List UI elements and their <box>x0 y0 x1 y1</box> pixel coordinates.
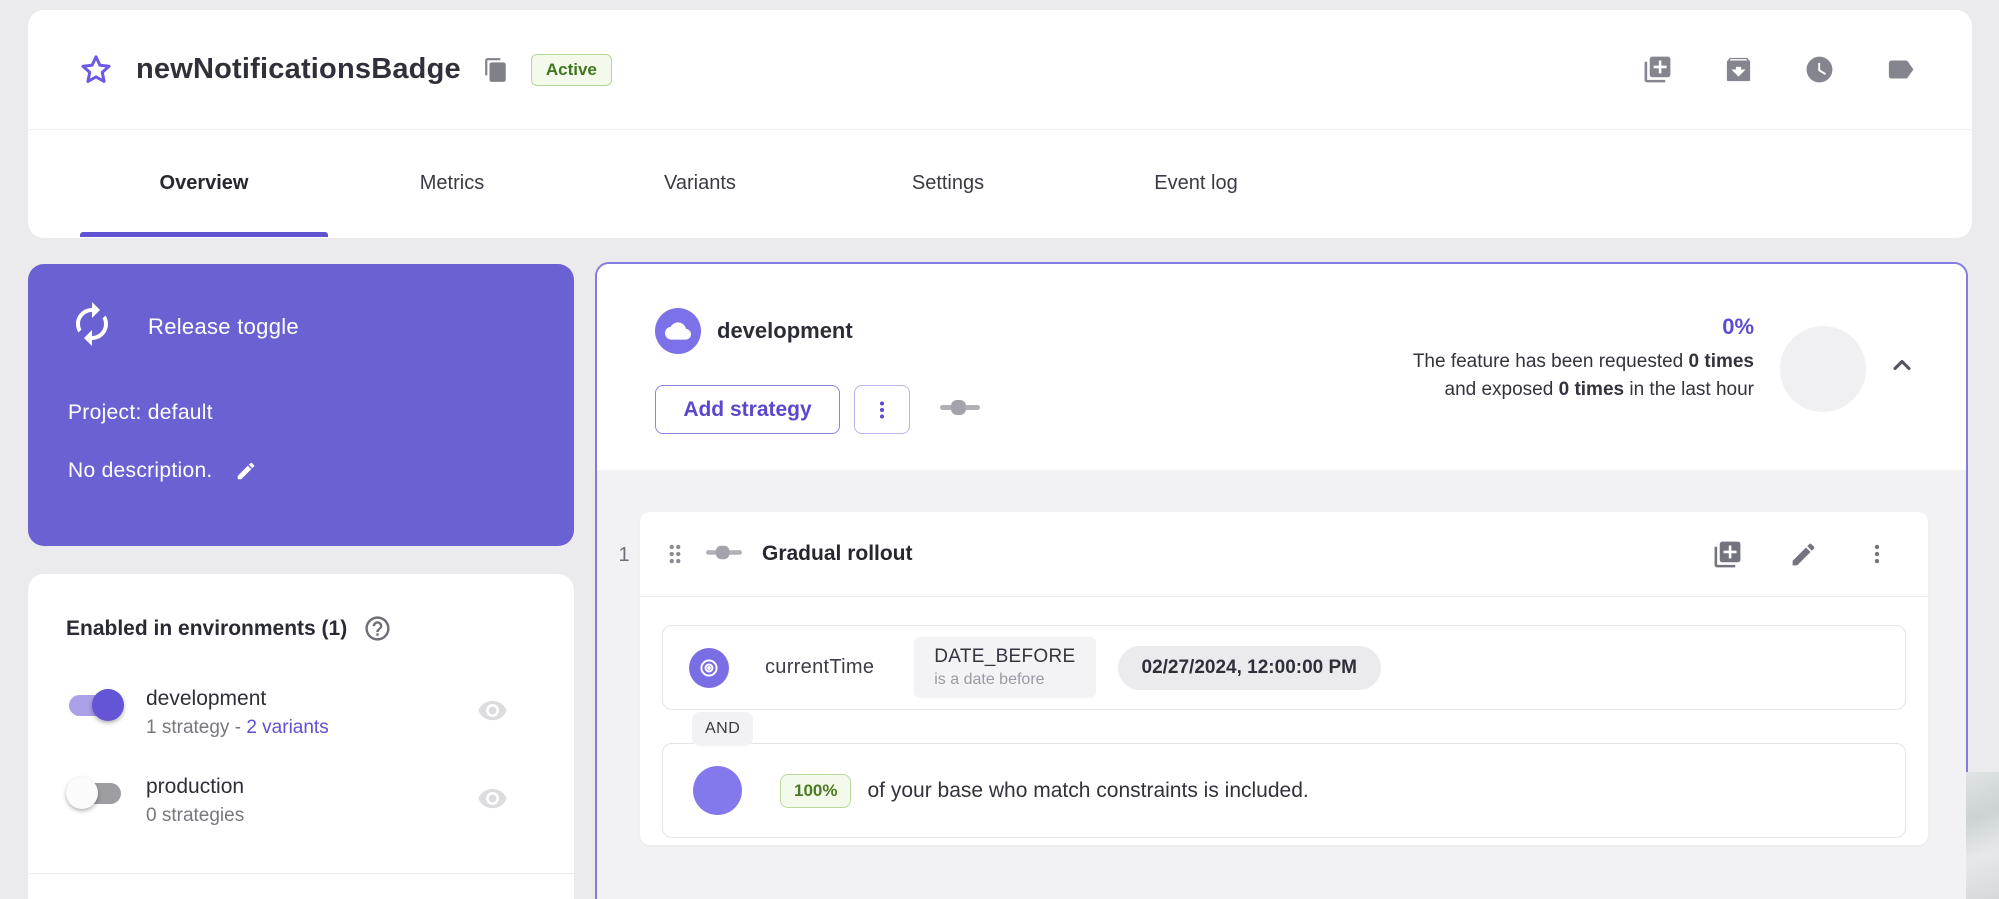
development-toggle[interactable] <box>66 687 124 723</box>
active-tab-indicator <box>80 232 328 237</box>
tab-overview[interactable]: Overview <box>80 172 328 195</box>
rollout-pie-icon <box>693 766 742 815</box>
help-icon[interactable] <box>363 614 392 643</box>
header-actions <box>1642 54 1916 85</box>
environment-more-menu-button[interactable] <box>854 385 910 434</box>
production-toggle[interactable] <box>66 775 124 811</box>
variants-link[interactable]: 2 variants <box>246 717 328 738</box>
stats-text: and exposed <box>1445 379 1559 400</box>
tab-event-log[interactable]: Event log <box>1072 172 1320 195</box>
environment-title: development <box>717 318 853 344</box>
release-toggle-cycle-icon <box>68 300 116 353</box>
collapse-chevron-icon[interactable] <box>1882 346 1922 386</box>
toggle-thumb <box>92 689 124 721</box>
copy-add-icon[interactable] <box>1642 54 1673 85</box>
segment-icon <box>704 543 744 566</box>
copy-name-icon[interactable] <box>483 57 509 83</box>
strategy-index: 1 <box>613 544 635 567</box>
strategy-card-gradual-rollout: Gradual rollout <box>640 512 1928 845</box>
edit-description-icon[interactable] <box>235 460 257 482</box>
operator-description: is a date before <box>934 671 1075 689</box>
page-title: newNotificationsBadge <box>136 53 461 86</box>
enabled-environments-title: Enabled in environments (1) <box>66 617 347 641</box>
toggle-type-label: Release toggle <box>148 314 299 340</box>
edit-strategy-icon[interactable] <box>1789 540 1818 569</box>
toggle-type-header: Release toggle <box>68 300 534 353</box>
tab-metrics[interactable]: Metrics <box>328 172 576 195</box>
enabled-environments-card: Enabled in environments (1) development … <box>28 574 574 899</box>
stats-requested-count: 0 times <box>1689 351 1754 372</box>
toggle-thumb <box>66 777 98 809</box>
environment-strategies-card: development Add strategy 0% <box>595 262 1968 899</box>
visibility-eye-icon[interactable] <box>477 695 508 726</box>
favorite-star-icon[interactable] <box>78 52 114 88</box>
stats-text: in the last hour <box>1624 379 1754 400</box>
environment-row-production: production 0 strategies <box>66 775 536 827</box>
visibility-eye-icon[interactable] <box>477 783 508 814</box>
project-label: Project: default <box>68 401 534 425</box>
environment-meta: 0 strategies <box>146 805 244 826</box>
environment-meta: 1 strategy - <box>146 717 246 738</box>
status-badge: Active <box>531 54 612 86</box>
rollout-row: 100% of your base who match constraints … <box>662 743 1906 838</box>
stats-exposed-count: 0 times <box>1559 379 1624 400</box>
tab-settings[interactable]: Settings <box>824 172 1072 195</box>
add-strategy-button[interactable]: Add strategy <box>655 385 840 434</box>
copy-strategy-icon[interactable] <box>1712 539 1743 570</box>
environment-name: production <box>146 775 244 799</box>
constraint-field-name: currentTime <box>765 656 874 679</box>
background-texture <box>1966 772 1999 899</box>
environment-header: development Add strategy 0% <box>597 264 1966 470</box>
exposure-stats: 0% The feature has been requested 0 time… <box>1413 314 1754 403</box>
strategy-name: Gradual rollout <box>762 542 913 566</box>
exposure-donut-placeholder <box>1780 326 1866 412</box>
tab-variants[interactable]: Variants <box>576 172 824 195</box>
constraint-target-icon <box>689 648 729 688</box>
environment-name: development <box>146 687 329 711</box>
toggle-type-card: Release toggle Project: default No descr… <box>28 264 574 546</box>
constraint-value-chip: 02/27/2024, 12:00:00 PM <box>1118 646 1382 690</box>
card-divider <box>28 873 574 874</box>
constraint-row: currentTime DATE_BEFORE is a date before… <box>662 625 1906 710</box>
feature-header-card: newNotificationsBadge Active <box>28 10 1972 238</box>
strategy-more-menu-icon[interactable] <box>1864 541 1890 567</box>
exposure-percent: 0% <box>1413 314 1754 340</box>
environment-cloud-icon <box>655 308 701 354</box>
feature-flag-page: newNotificationsBadge Active <box>0 0 1999 899</box>
tag-icon[interactable] <box>1885 54 1916 85</box>
constraint-operator: DATE_BEFORE is a date before <box>914 637 1095 698</box>
archive-icon[interactable] <box>1723 54 1754 85</box>
feature-title-group: newNotificationsBadge Active <box>78 52 612 88</box>
rollout-percent-badge: 100% <box>780 774 851 808</box>
tab-bar: Overview Metrics Variants Settings Event… <box>28 130 1972 237</box>
segment-icon <box>938 397 982 422</box>
environment-row-development: development 1 strategy - 2 variants <box>66 687 536 739</box>
description-label: No description. <box>68 459 213 483</box>
rollout-description: of your base who match constraints is in… <box>867 779 1308 803</box>
strategies-list-area: 1 <box>597 470 1966 899</box>
drag-handle-icon[interactable] <box>662 541 688 567</box>
operator-name: DATE_BEFORE <box>934 646 1075 668</box>
and-separator: AND <box>692 712 753 746</box>
history-clock-icon[interactable] <box>1804 54 1835 85</box>
feature-header-row: newNotificationsBadge Active <box>28 10 1972 130</box>
stats-text: The feature has been requested <box>1413 351 1689 372</box>
